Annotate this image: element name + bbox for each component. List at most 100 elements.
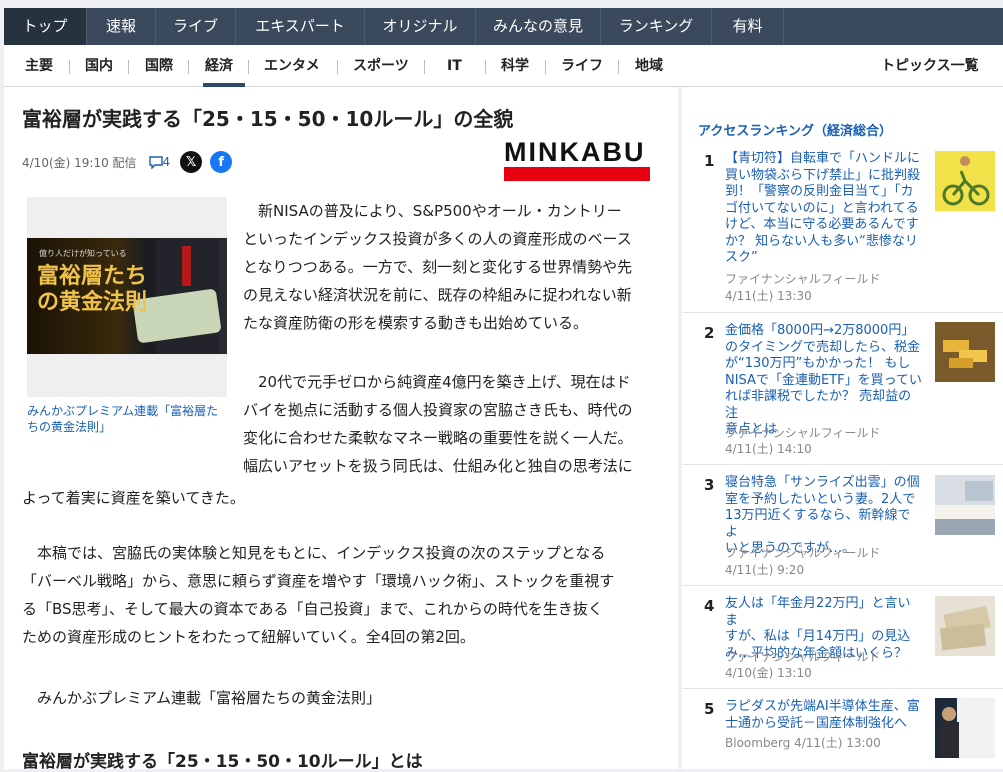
category-sports[interactable]: スポーツ xyxy=(353,57,409,75)
rank-number: 2 xyxy=(704,324,715,342)
text-line: 20代で元手ゼロから純資産4億円を築き上げ、現在はド xyxy=(258,373,631,391)
text-line: となりつつある。一方で、刻一刻と変化する世界情勢や先 xyxy=(243,258,633,276)
text-line: 変化に合わせた柔軟なマネー戦略の重要性を説く一人だ。 xyxy=(243,429,633,447)
rank-number: 3 xyxy=(704,476,715,494)
category-science[interactable]: 科学 xyxy=(501,57,529,75)
text-line: る「BS思考」、そして最大の資本である「自己投資」まで、これからの時代を生き抜く xyxy=(22,600,603,618)
ranking-headline[interactable]: 【青切符】自転車で「ハンドルに 買い物袋ぶら下げ禁止」に批判殺 到！「警察の反則… xyxy=(725,151,922,267)
category-main[interactable]: 主要 xyxy=(25,57,53,75)
category-it[interactable]: IT xyxy=(447,57,462,75)
ranking-item[interactable]: 3 寝台特急「サンライズ出雲」の個 室を予約したいという妻。2人で 13万円近く… xyxy=(682,471,1003,586)
category-life[interactable]: ライフ xyxy=(561,57,603,75)
paragraph-2: 20代で元手ゼロから純資産4億円を築き上げ、現在はド バイを拠点に活動する個人投… xyxy=(243,368,663,480)
tab-live[interactable]: ライブ xyxy=(156,8,236,45)
text-line: バイを拠点に活動する個人投資家の宮脇さき氏も、時代の xyxy=(243,401,633,419)
paragraph-2-tail: よって着実に資産を築いてきた。 xyxy=(22,489,245,507)
divider xyxy=(545,60,546,74)
ranking-source: Bloomberg 4/11(土) 13:00 xyxy=(725,735,881,751)
category-international[interactable]: 国際 xyxy=(145,57,173,75)
category-local[interactable]: 地域 xyxy=(635,57,663,75)
headline-line: 友人は「年金月22万円」と言いま xyxy=(725,596,911,628)
publish-date: 4/10(金) 19:10 配信 xyxy=(22,155,137,170)
article-title: 富裕層が実践する「25・15・50・10ルール」の全貌 xyxy=(22,107,514,131)
ranking-date: 4/11(土) 13:00 xyxy=(794,736,881,750)
divider xyxy=(248,60,249,74)
paragraph-1: 新NISAの普及により、S&P500やオール・カントリー といったインデックス投… xyxy=(243,197,663,337)
article-image[interactable]: 億り人だけが知っている 富裕層たちの黄金法則 xyxy=(27,197,227,397)
headline-line: 金価格「8000円→2万8000円」 xyxy=(725,323,915,338)
ranking-thumbnail[interactable] xyxy=(935,698,995,758)
divider xyxy=(69,60,70,74)
headline-line: スク” xyxy=(725,250,758,265)
logo-wordmark: MINKABU xyxy=(504,137,646,167)
headline-line: ラピダスが先端AI半導体生産、富 xyxy=(725,699,920,714)
ranking-date: 4/11(土) 9:20 xyxy=(725,563,805,577)
ranking-item[interactable]: 4 友人は「年金月22万円」と言いま すが、私は「月14万円」の見込 み…平均的… xyxy=(682,592,1003,689)
ranking-headline[interactable]: ラピダスが先端AI半導体生産、富 士通から受託－国産体制強化へ xyxy=(725,699,922,732)
ranking-source: ファイナンシャルフィールド xyxy=(725,546,881,560)
tab-paid[interactable]: 有料 xyxy=(712,8,784,45)
tab-ranking[interactable]: ランキング xyxy=(601,8,712,45)
ranking-date: 4/10(金) 13:10 xyxy=(725,666,812,680)
text-line: といったインデックス投資が多くの人の資産形成のベース xyxy=(243,230,632,248)
comments-link[interactable]: 4 xyxy=(148,155,170,169)
ranking-thumbnail[interactable] xyxy=(935,151,995,211)
ranking-source: ファイナンシャルフィールド xyxy=(725,426,881,440)
x-share-icon[interactable]: 𝕏 xyxy=(180,151,203,173)
facebook-share-icon[interactable]: f xyxy=(210,151,233,173)
ranking-heading: アクセスランキング（経済総合） xyxy=(698,124,892,139)
article-meta: 4/10(金) 19:10 配信 4 𝕏 f xyxy=(22,151,233,173)
ranking-item[interactable]: 5 ラピダスが先端AI半導体生産、富 士通から受託－国産体制強化へ Bloomb… xyxy=(682,695,1003,769)
headline-line: 室を予約したいという妻。2人で xyxy=(725,491,916,507)
headline-line: 13万円近くするなら、新幹線でよ xyxy=(725,508,911,540)
image-subtext: 億り人だけが知っている xyxy=(39,249,127,258)
headline-line: 士通から受託－国産体制強化へ xyxy=(725,715,908,731)
ranking-source-name: Bloomberg xyxy=(725,736,791,750)
article-image-graphic: 億り人だけが知っている 富裕層たちの黄金法則 xyxy=(27,238,227,354)
divider xyxy=(618,60,619,74)
top-nav: トップ 速報 ライブ エキスパート オリジナル みんなの意見 ランキング 有料 xyxy=(4,8,1003,45)
category-nav: 主要 国内 国際 経済 エンタメ スポーツ IT 科学 ライフ 地域 トピックス… xyxy=(4,45,1003,87)
tab-breaking[interactable]: 速報 xyxy=(87,8,156,45)
section-heading: 富裕層が実践する「25・15・50・10ルール」とは xyxy=(22,752,423,772)
paragraph-3: 本稿では、宮脇氏の実体験と知見をもとに、インデックス投資の次のステップとなる 「… xyxy=(22,539,667,651)
headline-line: のタイミングで売却したら、税金 xyxy=(725,339,921,355)
text-line: たな資産防衛の形を模索する動きも出始めている。 xyxy=(243,314,589,332)
category-entertainment[interactable]: エンタメ xyxy=(264,57,320,75)
ranking-item[interactable]: 1 【青切符】自転車で「ハンドルに 買い物袋ぶら下げ禁止」に批判殺 到！「警察の… xyxy=(682,147,1003,313)
ranking-date: 4/11(土) 13:30 xyxy=(725,289,812,303)
headline-line: 買い物袋ぶら下げ禁止」に批判殺 xyxy=(725,167,921,183)
tab-opinions[interactable]: みんなの意見 xyxy=(476,8,601,45)
text-line: ための資産形成のヒントをわたって紐解いていく。全4回の第2回。 xyxy=(22,628,475,646)
divider xyxy=(337,60,338,74)
minkabu-logo: MINKABU xyxy=(504,138,650,181)
ranking-headline[interactable]: 金価格「8000円→2万8000円」 のタイミングで売却したら、税金 が“130… xyxy=(725,323,922,439)
text-line: 新NISAの普及により、S&P500やオール・カントリー xyxy=(258,202,622,220)
headline-line: か？ 知らない人も多い“悲惨なリ xyxy=(725,233,918,249)
divider xyxy=(424,60,425,74)
headline-line: れば非課税でしたか？ 売却益の注 xyxy=(725,389,912,421)
rank-number: 4 xyxy=(704,597,715,615)
category-domestic[interactable]: 国内 xyxy=(85,57,113,75)
ranking-thumbnail[interactable] xyxy=(935,322,995,382)
tab-top[interactable]: トップ xyxy=(4,8,87,45)
headline-line: 到！「警察の反則金目当て」「カ xyxy=(725,184,914,199)
ranking-item[interactable]: 2 金価格「8000円→2万8000円」 のタイミングで売却したら、税金 が“1… xyxy=(682,319,1003,465)
headline-line: 寝台特急「サンライズ出雲」の個 xyxy=(725,475,920,490)
headline-line: 【青切符】自転車で「ハンドルに xyxy=(725,151,921,166)
rank-number: 1 xyxy=(704,152,715,170)
text-line: の見えない経済状況を前に、既存の枠組みに捉われない新 xyxy=(243,286,632,304)
divider xyxy=(485,60,486,74)
divider xyxy=(188,60,189,74)
article: 富裕層が実践する「25・15・50・10ルール」の全貌 4/10(金) 19:1… xyxy=(4,87,678,772)
headline-line: すが、私は「月14万円」の見込 xyxy=(725,629,911,644)
ranking-source: ファイナンシャルフィールド xyxy=(725,272,881,286)
text-line: 「バーベル戦略」から、意思に頼らず資産を増やす「環境ハック術」、ストックを重視す xyxy=(22,572,615,590)
image-caption[interactable]: みんかぶプレミアム連載「富裕層たちの黄金法則」 xyxy=(27,403,227,435)
category-economy[interactable]: 経済 xyxy=(205,57,233,75)
topics-list-link[interactable]: トピックス一覧 xyxy=(881,57,979,75)
tab-original[interactable]: オリジナル xyxy=(365,8,476,45)
ranking-thumbnail[interactable] xyxy=(935,596,995,656)
tab-expert[interactable]: エキスパート xyxy=(236,8,365,45)
ranking-thumbnail[interactable] xyxy=(935,475,995,535)
